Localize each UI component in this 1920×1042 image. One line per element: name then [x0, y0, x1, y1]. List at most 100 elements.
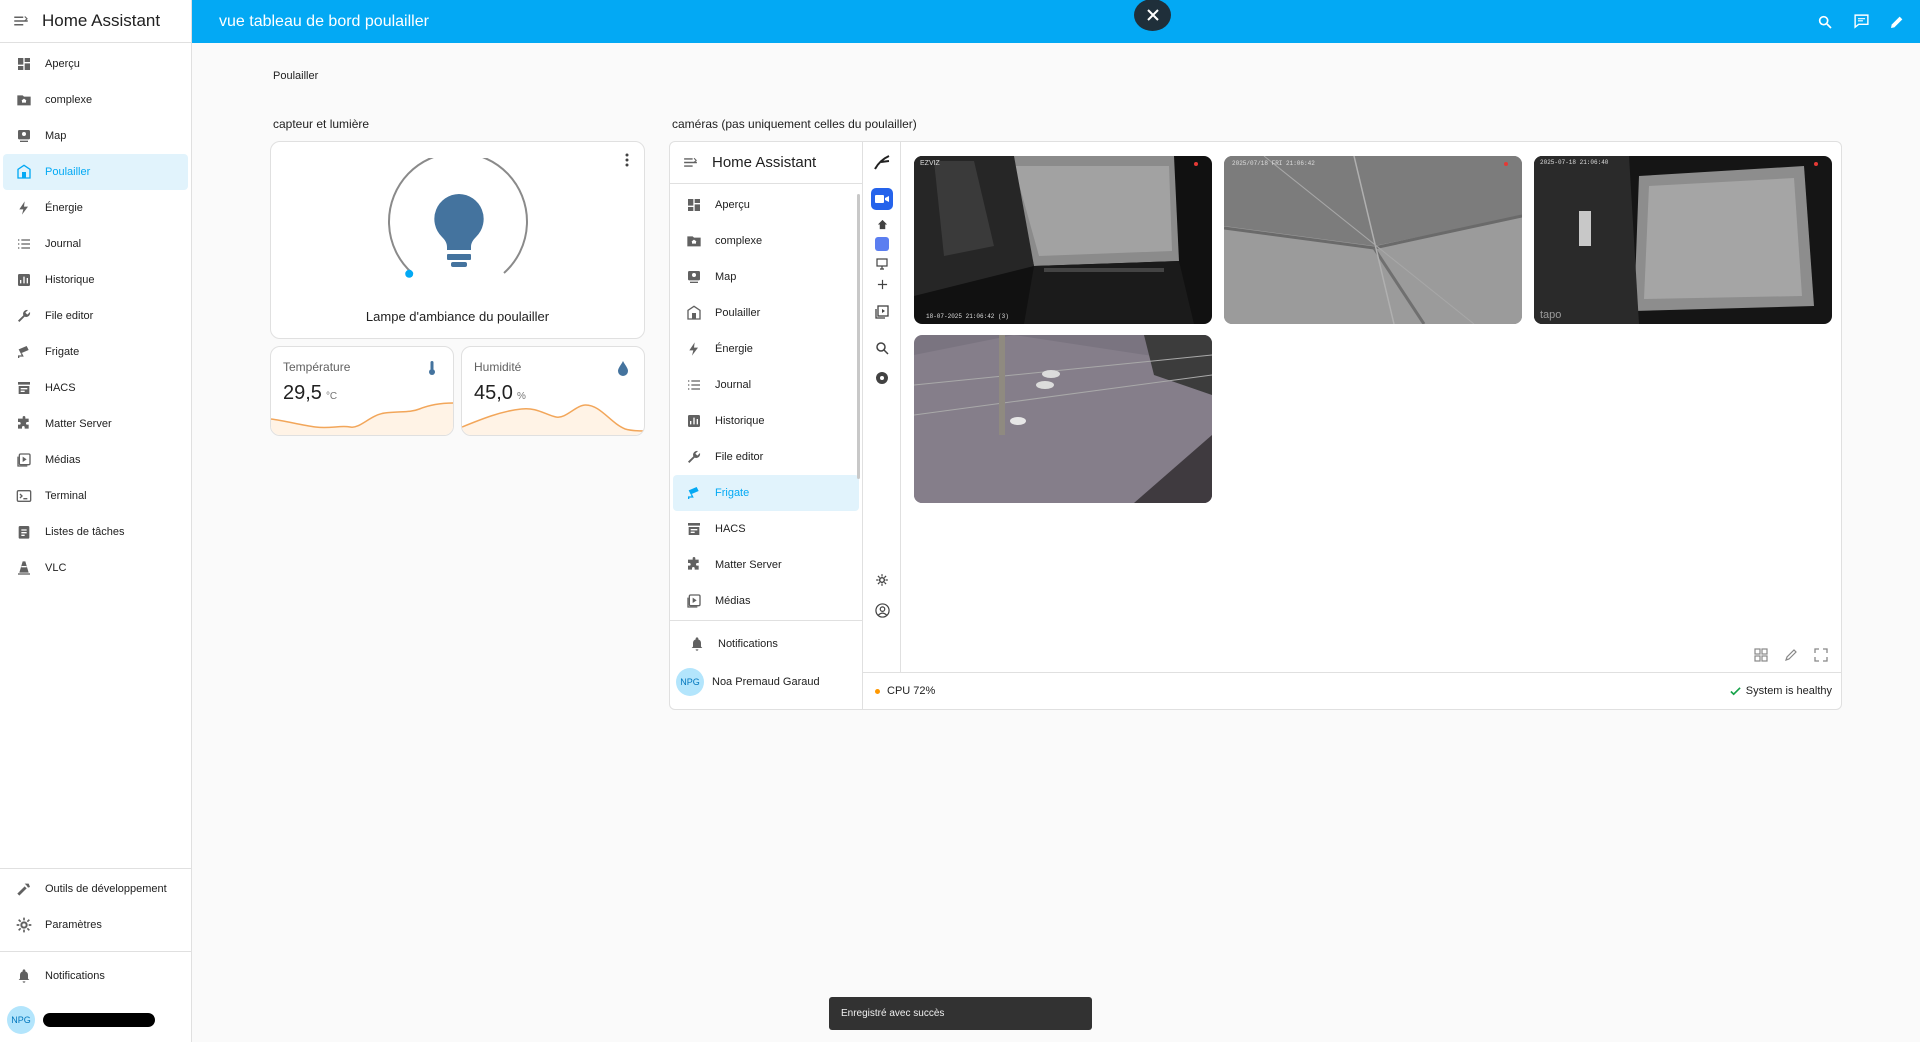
- preview-item-énergie[interactable]: Énergie: [673, 331, 859, 367]
- gear-icon: [15, 917, 32, 934]
- frigate-logo-icon[interactable]: [872, 152, 892, 172]
- account-icon[interactable]: [872, 600, 892, 620]
- preview-item-médias[interactable]: Médias: [673, 583, 859, 619]
- preview-user[interactable]: NPG Noa Premaud Garaud: [676, 668, 820, 696]
- home-icon[interactable]: [872, 214, 892, 234]
- sidebar-item-historique[interactable]: Historique: [3, 262, 188, 298]
- preview-item-file-editor[interactable]: File editor: [673, 439, 859, 475]
- review-icon[interactable]: [872, 302, 892, 322]
- camera-tile[interactable]: 2025/07/18 FRI 21:06:42: [1224, 156, 1522, 324]
- sidebar-item-énergie[interactable]: Énergie: [3, 190, 188, 226]
- sidebar-item-complexe[interactable]: complexe: [3, 82, 188, 118]
- user-name: Noa Premaud Garaud: [712, 676, 820, 688]
- camera-group-icon[interactable]: [872, 234, 892, 254]
- sidebar-item-label: Frigate: [715, 487, 750, 499]
- sidebar-item-dev-tools[interactable]: Outils de développement: [3, 871, 188, 907]
- humidity-card[interactable]: Humidité 45,0%: [461, 346, 645, 436]
- lightning-icon: [15, 200, 32, 217]
- cctv-icon: [685, 485, 702, 502]
- avatar: NPG: [676, 668, 704, 696]
- sidebar-item-label: Notifications: [718, 638, 778, 650]
- preview-sidebar-header: Home Assistant: [670, 142, 862, 184]
- sidebar-item-label: Frigate: [45, 346, 80, 358]
- bell-icon: [15, 968, 32, 985]
- preview-item-hacs[interactable]: HACS: [673, 511, 859, 547]
- preview-item-historique[interactable]: Historique: [673, 403, 859, 439]
- puzzle-icon: [15, 416, 32, 433]
- camera-tile[interactable]: 2025-07-18 21:06:40 tapo: [1534, 156, 1832, 324]
- sensor-name: Température: [283, 360, 351, 374]
- pencil-icon[interactable]: [1783, 647, 1799, 663]
- camera-watermark: tapo: [1540, 309, 1562, 321]
- sidebar-item-matter-server[interactable]: Matter Server: [3, 406, 188, 442]
- sidebar-item-label: Terminal: [45, 490, 87, 502]
- fullscreen-icon[interactable]: [1813, 647, 1829, 663]
- lightbulb-icon[interactable]: [432, 192, 486, 268]
- redacted-username: [43, 1013, 155, 1027]
- search-button[interactable]: [1816, 13, 1834, 31]
- preview-item-aperçu[interactable]: Aperçu: [673, 187, 859, 223]
- sidebar-item-terminal[interactable]: Terminal: [3, 478, 188, 514]
- check-icon: [1730, 686, 1741, 695]
- preview-notifications[interactable]: Notifications: [676, 626, 862, 662]
- hammer-icon: [15, 881, 32, 898]
- avatar: NPG: [7, 1006, 35, 1034]
- live-view-icon[interactable]: [871, 188, 893, 210]
- wrench-icon: [685, 449, 702, 466]
- sidebar-item-listes-de-tâches[interactable]: Listes de tâches: [3, 514, 188, 550]
- edit-dashboard-button[interactable]: [1888, 13, 1906, 31]
- cast-icon[interactable]: [872, 254, 892, 274]
- sidebar-item-hacs[interactable]: HACS: [3, 370, 188, 406]
- sidebar-item-map[interactable]: Map: [3, 118, 188, 154]
- menu-icon[interactable]: [12, 12, 30, 30]
- sidebar-item-frigate[interactable]: Frigate: [3, 334, 188, 370]
- temperature-card[interactable]: Température 29,5 °C: [270, 346, 454, 436]
- sidebar-item-label: Historique: [715, 415, 765, 427]
- preview-status-bar: CPU 72% System is healthy: [863, 672, 1841, 709]
- close-button[interactable]: [1134, 0, 1171, 31]
- sidebar-item-label: Poulailler: [715, 307, 761, 319]
- sidebar-user[interactable]: NPG: [0, 998, 191, 1042]
- assist-button[interactable]: [1852, 13, 1870, 31]
- preview-item-complexe[interactable]: complexe: [673, 223, 859, 259]
- comment-icon: [1853, 14, 1869, 29]
- breadcrumb: Poulailler: [273, 70, 319, 82]
- sidebar-item-aperçu[interactable]: Aperçu: [3, 46, 188, 82]
- sidebar-item-settings[interactable]: Paramètres: [3, 907, 188, 943]
- sensor-name: Humidité: [474, 360, 522, 374]
- media-icon: [685, 593, 702, 610]
- preview-scrollbar[interactable]: [857, 194, 860, 479]
- sidebar-item-poulailler[interactable]: Poulailler: [3, 154, 188, 190]
- preview-item-frigate[interactable]: Frigate: [673, 475, 859, 511]
- sidebar-item-vlc[interactable]: VLC: [3, 550, 188, 586]
- export-icon[interactable]: [872, 368, 892, 388]
- preview-nav: Aperçu complexe Map Poulailler Énergie Journa…: [670, 184, 862, 619]
- preview-item-journal[interactable]: Journal: [673, 367, 859, 403]
- sidebar-item-journal[interactable]: Journal: [3, 226, 188, 262]
- menu-icon[interactable]: [682, 154, 699, 171]
- map-icon: [15, 128, 32, 145]
- temperature-sparkline: [271, 402, 453, 435]
- preview-item-poulailler[interactable]: Poulailler: [673, 295, 859, 331]
- sidebar-item-médias[interactable]: Médias: [3, 442, 188, 478]
- sidebar-item-label: File editor: [45, 310, 94, 322]
- sidebar-item-notifications[interactable]: Notifications: [3, 958, 188, 994]
- coop-icon: [15, 164, 32, 181]
- clipboard-list-icon: [15, 524, 32, 541]
- section-heading-cameras: caméras (pas uniquement celles du poulai…: [672, 117, 917, 131]
- sidebar-item-label: HACS: [715, 523, 746, 535]
- grid-layout-icon[interactable]: [1753, 647, 1769, 663]
- camera-tile[interactable]: EZVIZ 18-07-2025 21:06:42 (3): [914, 156, 1212, 324]
- brightness-knob[interactable]: [405, 269, 414, 278]
- preview-item-matter-server[interactable]: Matter Server: [673, 547, 859, 583]
- preview-item-map[interactable]: Map: [673, 259, 859, 295]
- more-vert-icon[interactable]: [620, 151, 634, 169]
- sidebar-item-file-editor[interactable]: File editor: [3, 298, 188, 334]
- gear-icon[interactable]: [872, 570, 892, 590]
- camera-tile[interactable]: [914, 335, 1212, 503]
- add-group-icon[interactable]: [872, 274, 892, 294]
- water-percent-icon: [618, 361, 628, 376]
- explore-icon[interactable]: [872, 338, 892, 358]
- sidebar-item-label: VLC: [45, 562, 67, 574]
- sidebar-item-label: Matter Server: [715, 559, 782, 571]
